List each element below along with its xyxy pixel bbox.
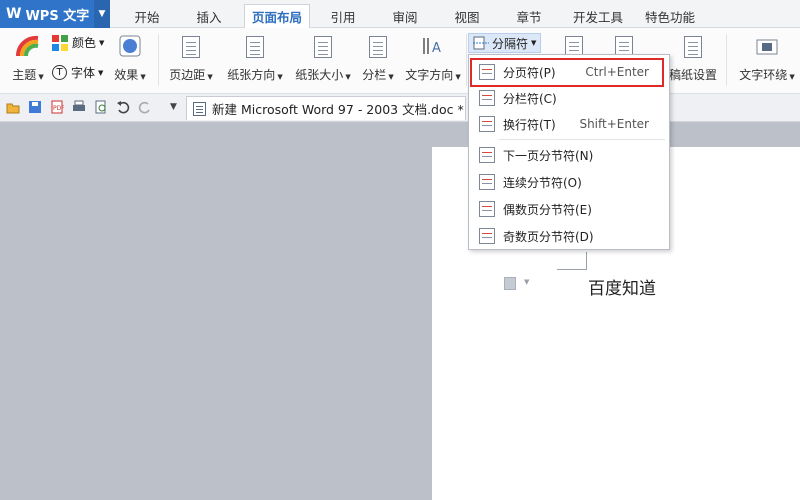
document-tab-title: 新建 Microsoft Word 97 - 2003 文档.doc *	[212, 102, 464, 117]
print-icon[interactable]	[72, 100, 86, 114]
menu-item-line-break[interactable]: 换行符(T) Shift+Enter	[469, 111, 669, 137]
tab-insert[interactable]: 插入	[184, 4, 234, 28]
color-label: 颜色	[72, 36, 97, 50]
word-document-icon	[193, 101, 206, 116]
menu-item-label: 下一页分节符(N)	[503, 148, 594, 163]
text-direction-label: 文字方向	[405, 68, 454, 82]
menu-item-label: 换行符(T)	[503, 117, 556, 132]
manuscript-settings-button[interactable]: 稿纸设置	[666, 34, 720, 83]
undo-icon[interactable]	[116, 100, 130, 114]
text-wrap-button[interactable]: 文字环绕 ▼	[734, 34, 800, 83]
text-wrap-label: 文字环绕	[739, 68, 788, 82]
theme-icon	[15, 34, 40, 60]
theme-button[interactable]: 主题 ▼	[8, 34, 48, 83]
margins-icon	[179, 34, 203, 60]
menu-item-label: 偶数页分节符(E)	[503, 202, 592, 217]
breaks-label: 分隔符	[492, 36, 529, 51]
text-direction-icon: A	[421, 34, 445, 60]
font-button[interactable]: T 字体 ▼	[52, 64, 103, 81]
paper-size-label: 纸张大小	[295, 68, 344, 82]
orientation-label: 纸张方向	[227, 68, 276, 82]
manuscript-label: 稿纸设置	[668, 68, 717, 82]
menu-item-label: 奇数页分节符(D)	[503, 229, 594, 244]
save-icon[interactable]	[28, 100, 42, 114]
menu-item-shortcut: Shift+Enter	[579, 117, 649, 131]
highlight-annotation-box	[470, 58, 664, 87]
theme-label: 主题	[12, 68, 37, 82]
tab-developer-tools[interactable]: 开发工具	[566, 4, 630, 28]
columns-button[interactable]: 分栏 ▼	[360, 34, 396, 83]
menu-item-label: 连续分节符(O)	[503, 175, 582, 190]
even-page-section-break-icon	[479, 201, 495, 217]
columns-icon	[366, 34, 390, 60]
color-button[interactable]: 颜色 ▼	[52, 34, 104, 51]
document-text[interactable]: 百度知道	[588, 274, 656, 299]
effect-label: 效果	[114, 68, 139, 82]
ribbon: 主题 ▼ 颜色 ▼ T 字体 ▼ 效果 ▼ 页边距 ▼ 纸张方向 ▼ 纸张大小 ▼ 分栏 ▼ A	[0, 28, 800, 94]
tab-special-features[interactable]: 特色功能	[640, 4, 700, 28]
continuous-section-break-icon	[479, 174, 495, 190]
orientation-button[interactable]: 纸张方向 ▼	[224, 34, 286, 83]
open-folder-icon[interactable]	[6, 100, 20, 114]
margin-corner-mark	[557, 252, 587, 270]
document-tab[interactable]: 新建 Microsoft Word 97 - 2003 文档.doc *	[186, 96, 466, 120]
color-palette-icon	[52, 34, 68, 51]
breaks-icon	[473, 36, 489, 50]
app-name: WPS 文字	[25, 8, 90, 24]
menu-item-continuous-section-break[interactable]: 连续分节符(O)	[469, 169, 669, 195]
menu-item-next-page-section-break[interactable]: 下一页分节符(N)	[469, 142, 669, 168]
app-menu-button[interactable]: W WPS 文字 ▼	[0, 0, 110, 28]
paper-size-button[interactable]: 纸张大小 ▼	[292, 34, 354, 83]
menu-tab-bar: W WPS 文字 ▼ 开始 插入 页面布局 引用 审阅 视图 章节 开发工具 特…	[0, 0, 800, 28]
columns-label: 分栏	[362, 68, 387, 82]
effect-icon	[118, 34, 142, 60]
menu-item-label: 分栏符(C)	[503, 91, 557, 106]
text-direction-button[interactable]: A 文字方向 ▼	[404, 34, 462, 83]
menu-item-odd-page-section-break[interactable]: 奇数页分节符(D)	[469, 223, 669, 249]
orientation-icon	[243, 34, 267, 60]
margins-button[interactable]: 页边距 ▼	[166, 34, 216, 83]
redo-icon[interactable]	[138, 100, 152, 114]
effect-button[interactable]: 效果 ▼	[112, 34, 148, 83]
tab-view[interactable]: 视图	[444, 4, 490, 28]
paper-size-icon	[311, 34, 335, 60]
chevron-down-icon[interactable]: ▼	[94, 0, 110, 28]
breaks-button[interactable]: 分隔符 ▼	[468, 33, 542, 53]
tab-review[interactable]: 审阅	[382, 4, 428, 28]
tab-references[interactable]: 引用	[320, 4, 366, 28]
text-wrap-icon	[755, 34, 779, 60]
tab-home[interactable]: 开始	[122, 4, 172, 28]
menu-item-column-break[interactable]: 分栏符(C)	[469, 85, 669, 111]
menu-item-even-page-section-break[interactable]: 偶数页分节符(E)	[469, 196, 669, 222]
odd-page-section-break-icon	[479, 228, 495, 244]
font-label: 字体	[71, 66, 96, 80]
svg-text:A: A	[432, 41, 441, 56]
tab-page-layout[interactable]: 页面布局	[244, 4, 310, 28]
export-pdf-icon[interactable]: PDF	[50, 100, 64, 114]
svg-text:PDF: PDF	[53, 105, 64, 112]
column-break-icon	[479, 90, 495, 106]
wps-logo-icon: W	[6, 6, 22, 22]
tab-chapter[interactable]: 章节	[506, 4, 552, 28]
paste-options-chevron-icon[interactable]: ▼	[524, 278, 529, 286]
margins-label: 页边距	[169, 68, 206, 82]
toolbar-dropdown-icon[interactable]: ▼	[170, 102, 177, 112]
paste-options-icon[interactable]	[504, 277, 516, 290]
manuscript-icon	[681, 34, 705, 60]
next-page-section-break-icon	[479, 147, 495, 163]
font-icon: T	[52, 65, 67, 80]
line-break-icon	[479, 116, 495, 132]
print-preview-icon[interactable]	[94, 100, 108, 114]
